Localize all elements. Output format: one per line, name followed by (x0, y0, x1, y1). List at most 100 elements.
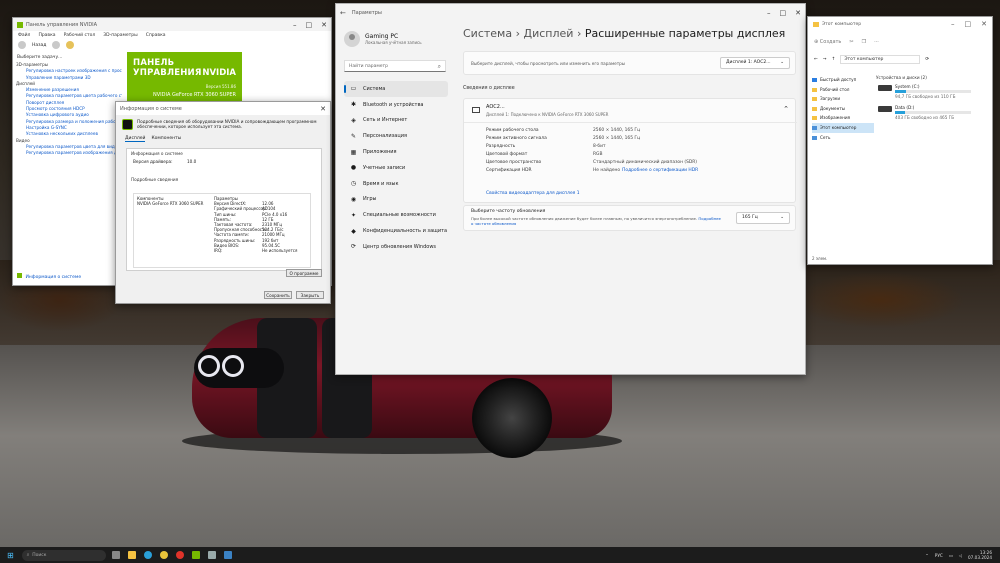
up-arrow-icon[interactable]: ↑ (832, 57, 836, 62)
task-view-icon[interactable] (111, 551, 120, 559)
breadcrumb-system[interactable]: Система (463, 27, 512, 40)
nav-item[interactable]: ● Учетные записи (344, 160, 448, 176)
details-table[interactable]: Компоненты NVIDIA GeForce RTX 3060 SUPER… (133, 193, 311, 268)
detail-row: Режим рабочего стола 2560 × 1440, 165 Гц (486, 127, 698, 135)
api-label: Версия драйвера: (133, 159, 173, 164)
close-icon[interactable]: ✕ (321, 21, 327, 29)
drives-group-header[interactable]: Устройства и диски (2) (876, 75, 992, 80)
address-input[interactable]: Этот компьютер (840, 54, 921, 64)
close-icon[interactable]: ✕ (320, 105, 326, 113)
close-icon[interactable]: ✕ (795, 9, 801, 17)
system-info-link[interactable]: Информация о системе (17, 273, 81, 280)
taskbar-search[interactable]: ⌕ Поиск (21, 549, 106, 561)
nav-icon: ✎ (350, 132, 357, 140)
chrome-icon[interactable] (159, 551, 168, 559)
nav-item[interactable]: ▦ Приложения (344, 144, 448, 160)
sidebar-item[interactable]: Изображения (812, 113, 874, 123)
nav-item[interactable]: ◈ Сеть и Интернет (344, 113, 448, 129)
tab-components[interactable]: Компоненты (151, 136, 181, 142)
drive-item[interactable]: Data (D:) 403 ГБ свободно из 465 ГБ (878, 105, 992, 120)
edge-icon[interactable] (143, 551, 152, 559)
detail-row: Цветовое пространство Стандартный динамич… (486, 159, 698, 167)
home-icon[interactable] (66, 41, 75, 49)
close-icon[interactable]: ✕ (981, 20, 987, 28)
display-select[interactable]: Дисплей 1: AOC2... ⌄ (720, 57, 790, 69)
system-info-link-label[interactable]: Информация о системе (25, 275, 81, 280)
back-arrow-icon[interactable]: ← (814, 57, 818, 62)
hdr-certification-link[interactable]: Подробнее о сертификации HDR (622, 167, 698, 175)
windows-start-icon[interactable]: ⊞ (7, 551, 14, 560)
menu-file[interactable]: Файл (18, 33, 30, 38)
nav-item[interactable]: ◆ Конфиденциальность и защита (344, 223, 448, 239)
yandex-icon[interactable] (175, 551, 184, 559)
monitor-header[interactable]: AOC2... Дисплей 1: Подключено к NVIDIA G… (464, 99, 797, 123)
menu-desktop[interactable]: Рабочий стол (64, 33, 96, 38)
nav-item[interactable]: ✎ Персонализация (344, 128, 448, 144)
back-arrow-icon[interactable] (18, 41, 26, 49)
tree-item[interactable]: Регулировка параметров изображения для в… (16, 150, 122, 156)
nav-item[interactable]: ⟳ Центр обновления Windows (344, 239, 448, 255)
menu-help[interactable]: Справка (146, 33, 166, 38)
forward-arrow-icon[interactable]: → (823, 57, 827, 62)
clock[interactable]: 13:26 07.03.2024 (968, 550, 992, 560)
close-button[interactable]: Закрыть (296, 291, 324, 299)
adapter-properties-link[interactable]: Свойства видеоадаптера для дисплея 1 (486, 191, 580, 196)
nav-icon: ◈ (351, 116, 356, 124)
explorer-taskbar-icon[interactable] (127, 551, 136, 559)
chevron-up-icon[interactable]: ⌃ (925, 553, 929, 558)
detail-row: Разрядность 8-бит (486, 143, 698, 151)
back-label[interactable]: Назад (32, 43, 46, 48)
sidebar-item[interactable]: Этот компьютер (812, 122, 874, 133)
user-profile[interactable]: Gaming PC Локальная учётная запись (344, 31, 422, 47)
minimize-icon[interactable]: – (767, 9, 771, 17)
more-icon[interactable]: ⋯ (874, 39, 879, 45)
network-icon[interactable]: ▭ (949, 553, 953, 558)
cut-icon[interactable]: ✂ (849, 39, 853, 45)
minimize-icon[interactable]: – (951, 20, 955, 28)
sidebar-item[interactable]: Сеть (812, 133, 874, 143)
refresh-icon[interactable]: ⟳ (925, 57, 929, 62)
save-button[interactable]: Сохранить (264, 291, 292, 299)
nav-item[interactable]: ▭ Система (344, 81, 448, 97)
menu-3d[interactable]: 3D-параметры (103, 33, 137, 38)
sidebar-item[interactable]: Загрузки (812, 94, 874, 104)
sidebar-item[interactable]: Документы (812, 104, 874, 114)
drive-item[interactable]: System (C:) 94,7 ГБ свободно из 110 ГБ (878, 84, 992, 99)
maximize-icon[interactable]: □ (306, 21, 313, 29)
tree-item[interactable]: Регулировка параметров цвета рабочего ст… (16, 93, 122, 99)
maximize-icon[interactable]: □ (965, 20, 972, 28)
drive-icon (878, 106, 892, 112)
breadcrumb-display[interactable]: Дисплей (524, 27, 574, 40)
detail-label: Разрядность (486, 144, 516, 150)
maximize-icon[interactable]: □ (780, 9, 787, 17)
tree-item[interactable]: Регулировка настроек изображения с просм… (16, 68, 122, 74)
store-icon[interactable] (223, 551, 232, 559)
settings-gear-icon[interactable] (207, 551, 216, 559)
nav-item[interactable]: ✱ Bluetooth и устройства (344, 97, 448, 113)
gpu-row[interactable]: NVIDIA GeForce RTX 3060 SUPER (137, 201, 203, 206)
sidebar-item[interactable]: Быстрый доступ (812, 75, 874, 85)
about-button[interactable]: О программе (286, 269, 322, 277)
drive-name: Data (D:) (895, 105, 915, 110)
refresh-rate-select[interactable]: 165 Гц ⌄ (736, 212, 790, 224)
language-indicator[interactable]: РУС (935, 553, 943, 558)
refresh-rate-value: 165 Гц (742, 215, 758, 220)
settings-search-input[interactable]: Найти параметр ⌕ (344, 60, 446, 72)
nav-item[interactable]: ✦ Специальные возможности (344, 207, 448, 223)
clock-date: 07.03.2024 (968, 555, 992, 560)
minimize-icon[interactable]: – (293, 21, 297, 29)
select-display-text: Выберите дисплей, чтобы просмотреть или … (471, 61, 626, 66)
nvidia-taskbar-icon[interactable] (191, 551, 200, 559)
forward-arrow-icon[interactable] (52, 41, 61, 49)
new-button[interactable]: ⊕ Создать (814, 39, 841, 45)
nav-item[interactable]: ◷ Время и язык (344, 176, 448, 192)
back-arrow-icon[interactable]: ← (340, 9, 346, 17)
nvidia-task-tree: 3D-параметры Регулировка настроек изобра… (16, 62, 122, 278)
sidebar-item[interactable]: Рабочий стол (812, 85, 874, 95)
tab-display[interactable]: Дисплей (125, 136, 146, 142)
volume-icon[interactable]: ◁ (959, 553, 962, 558)
detail-label: Цветовой формат (486, 152, 528, 158)
menu-edit[interactable]: Правка (38, 33, 55, 38)
nav-item[interactable]: ◉ Игры (344, 192, 448, 208)
copy-icon[interactable]: ❐ (862, 39, 866, 45)
